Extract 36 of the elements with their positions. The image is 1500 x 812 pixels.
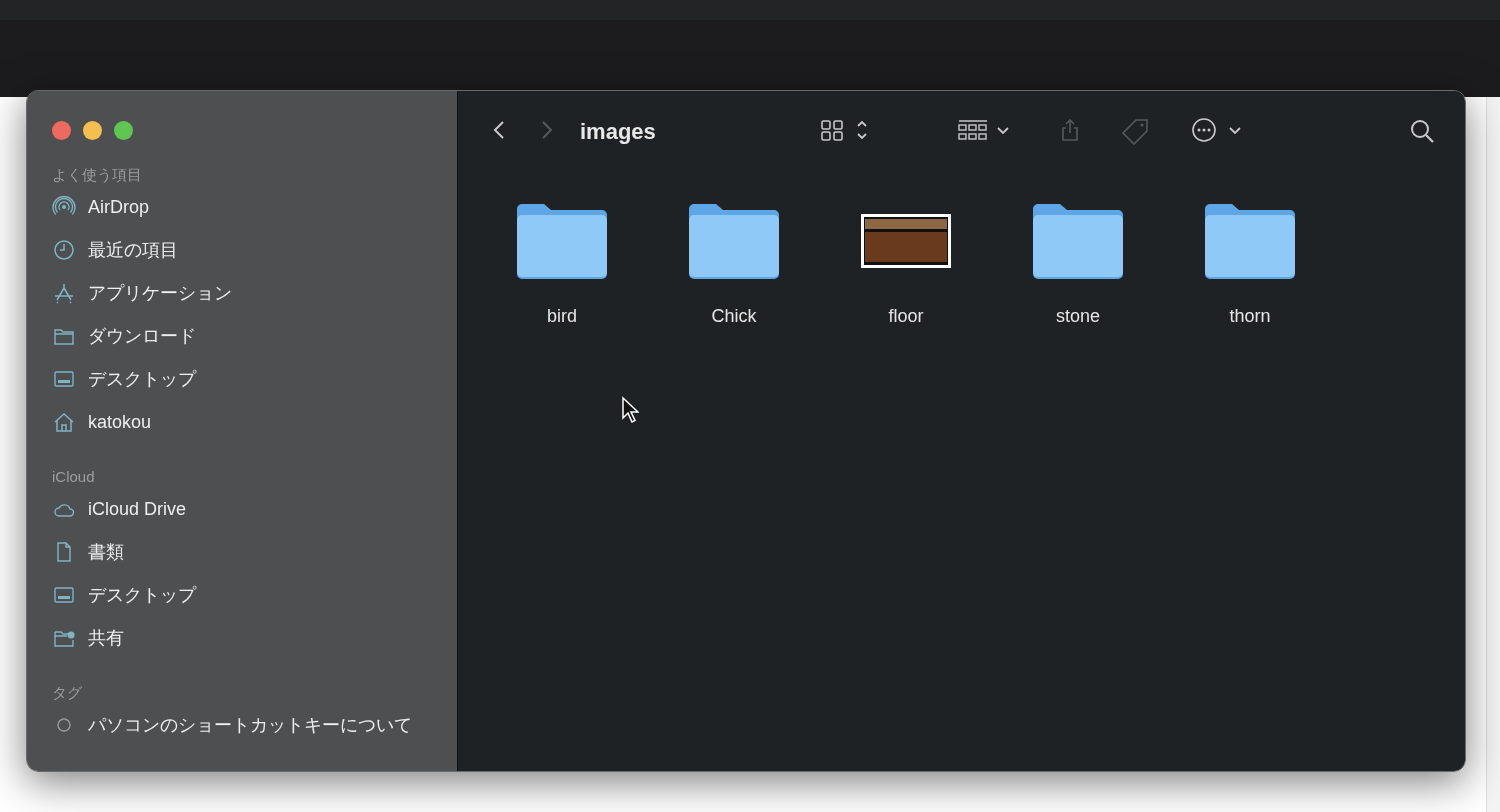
sidebar-item[interactable]: AirDrop bbox=[88, 193, 149, 221]
folder-icon[interactable] bbox=[515, 201, 609, 281]
sidebar-item[interactable]: パソコンのショートカットキーについて bbox=[88, 711, 412, 739]
minimize-button[interactable] bbox=[83, 121, 102, 140]
file-name[interactable]: Chick bbox=[711, 303, 757, 330]
file-name[interactable]: thorn bbox=[1229, 303, 1271, 330]
tag-icon bbox=[1120, 117, 1151, 145]
sidebar-item[interactable]: デスクトップ bbox=[88, 581, 196, 609]
house-icon bbox=[52, 411, 76, 433]
sidebar-item[interactable]: 書類 bbox=[88, 538, 124, 566]
sidebar-item[interactable]: iCloud Drive bbox=[88, 495, 187, 523]
file-name[interactable]: stone bbox=[1055, 303, 1100, 330]
zoom-button[interactable] bbox=[114, 121, 133, 140]
image-thumbnail[interactable] bbox=[860, 213, 952, 269]
clock-icon bbox=[52, 239, 76, 261]
window-title: images bbox=[580, 117, 656, 146]
folder-icon[interactable] bbox=[1203, 201, 1297, 281]
folder-icon[interactable] bbox=[687, 201, 781, 281]
file-name[interactable]: floor bbox=[888, 303, 924, 330]
sidebar-item[interactable]: 共有 bbox=[88, 624, 124, 652]
desktop-icon bbox=[52, 584, 76, 606]
pointer-icon bbox=[621, 396, 639, 424]
sidebar-item[interactable]: katokou bbox=[88, 408, 152, 436]
close-button[interactable] bbox=[52, 121, 71, 140]
section-heading: iCloud bbox=[52, 467, 96, 487]
section-heading: タグ bbox=[52, 683, 83, 703]
sidebar-item[interactable]: ダウンロード bbox=[88, 322, 196, 350]
sidebar-item[interactable]: アプリケーション bbox=[88, 279, 232, 307]
section-heading: よく使う項目 bbox=[52, 165, 143, 185]
sidebar-item[interactable]: 最近の項目 bbox=[88, 236, 178, 264]
sidebar-item[interactable]: デスクトップ bbox=[88, 365, 196, 393]
desktop-icon bbox=[52, 368, 76, 390]
scrollbar[interactable] bbox=[1486, 97, 1500, 812]
file-name[interactable]: bird bbox=[547, 303, 577, 330]
folder-icon[interactable] bbox=[1031, 201, 1125, 281]
app-store-icon bbox=[52, 282, 76, 304]
